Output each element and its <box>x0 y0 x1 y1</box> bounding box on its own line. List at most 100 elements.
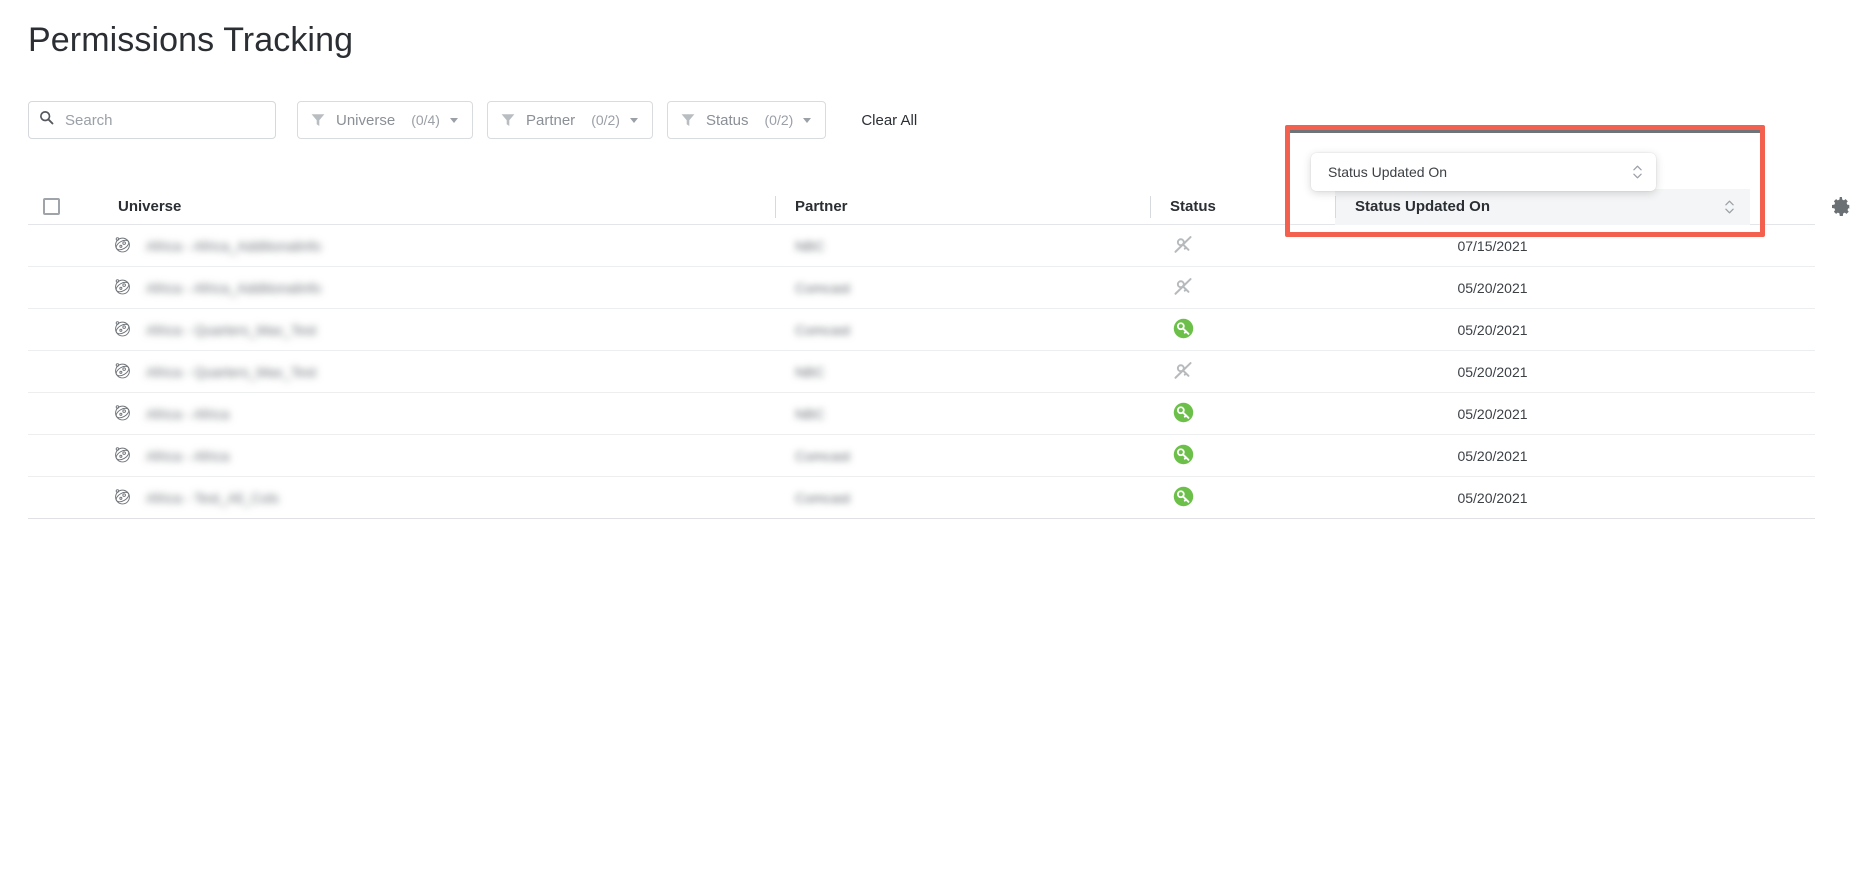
cell-universe-value: Africa - Test_All_Cols <box>146 489 279 506</box>
key-disabled-icon <box>1173 234 1194 258</box>
cell-status <box>1150 435 1335 476</box>
chevron-down-icon <box>803 117 812 123</box>
settings-gear-button[interactable] <box>1832 197 1851 216</box>
select-all-checkbox[interactable] <box>43 198 60 215</box>
table-row[interactable]: Africa - Africa NBC 05/20/2021 <box>28 393 1815 435</box>
select-all-cell <box>28 189 80 225</box>
key-disabled-icon <box>1173 276 1194 300</box>
cell-universe: Africa - Africa <box>80 393 775 434</box>
gear-icon <box>1832 197 1851 219</box>
cell-status-updated-on-value: 05/20/2021 <box>1457 279 1528 296</box>
cell-universe: Africa - Africa <box>80 435 775 476</box>
cell-universe-value: Africa - Africa_Additionalinfo <box>146 279 322 296</box>
cell-universe: Africa - Quarters_Max_Test <box>80 309 775 350</box>
cell-universe-value: Africa - Quarters_Max_Test <box>146 363 317 380</box>
cell-partner: Comcast <box>775 477 1150 518</box>
cell-universe-value: Africa - Africa_Additionalinfo <box>146 237 322 254</box>
sort-column-dropdown-value: Status Updated On <box>1328 164 1448 180</box>
sort-chevrons-icon[interactable] <box>1633 165 1642 179</box>
filter-chip-universe[interactable]: Universe (0/4) <box>297 101 473 139</box>
funnel-icon <box>501 113 515 127</box>
universe-orbit-icon <box>113 319 132 341</box>
cell-partner: Comcast <box>775 435 1150 476</box>
filter-chip-partner[interactable]: Partner (0/2) <box>486 101 653 139</box>
search-icon <box>39 110 63 130</box>
cell-universe: Africa - Africa_Additionalinfo <box>80 267 775 308</box>
cell-status-updated-on-value: 05/20/2021 <box>1457 321 1528 338</box>
cell-partner: Comcast <box>775 309 1150 350</box>
chevron-down-icon <box>629 117 638 123</box>
key-active-icon <box>1173 318 1194 342</box>
cell-partner: Comcast <box>775 267 1150 308</box>
cell-universe: Africa - Africa_Additionalinfo <box>80 225 775 266</box>
cell-partner-value: NBC <box>795 405 825 422</box>
universe-orbit-icon <box>113 277 132 299</box>
table-row[interactable]: Africa - Quarters_Max_Test NBC 05/20/202… <box>28 351 1815 393</box>
universe-orbit-icon <box>113 445 132 467</box>
cell-status-updated-on-value: 05/20/2021 <box>1457 405 1528 422</box>
filter-chip-partner-label: Partner <box>525 111 576 129</box>
cell-partner-value: Comcast <box>795 321 851 338</box>
cell-partner-value: Comcast <box>795 447 851 464</box>
cell-status <box>1150 309 1335 350</box>
universe-orbit-icon <box>113 235 132 257</box>
key-disabled-icon <box>1173 360 1194 384</box>
header-top-divider <box>1290 130 1760 133</box>
table-header-row: Universe Partner Status Status Updated O… <box>28 188 1815 225</box>
filter-chip-status-label: Status <box>705 111 749 129</box>
table-row[interactable]: Africa - Africa_Additionalinfo NBC 07/15… <box>28 225 1815 267</box>
cell-status-updated-on-value: 05/20/2021 <box>1457 447 1528 464</box>
cell-status-updated-on-value: 07/15/2021 <box>1457 237 1528 254</box>
row-select-cell <box>28 477 80 518</box>
cell-status <box>1150 267 1335 308</box>
sort-column-dropdown[interactable]: Status Updated On <box>1311 153 1656 191</box>
column-header-universe[interactable]: Universe <box>80 189 775 225</box>
row-select-cell <box>28 393 80 434</box>
table-row[interactable]: Africa - Quarters_Max_Test Comcast 05/20… <box>28 309 1815 351</box>
universe-orbit-icon <box>113 361 132 383</box>
cell-universe-value: Africa - Africa <box>146 405 230 422</box>
cell-universe: Africa - Test_All_Cols <box>80 477 775 518</box>
search-input[interactable] <box>63 110 265 130</box>
cell-status-updated-on: 05/20/2021 <box>1335 393 1750 434</box>
cell-status-updated-on: 05/20/2021 <box>1335 351 1750 392</box>
cell-status-updated-on-value: 05/20/2021 <box>1457 363 1528 380</box>
cell-status <box>1150 351 1335 392</box>
column-header-status[interactable]: Status <box>1150 189 1335 225</box>
cell-partner: NBC <box>775 225 1150 266</box>
cell-partner: NBC <box>775 351 1150 392</box>
universe-orbit-icon <box>113 403 132 425</box>
filter-bar: Universe (0/4) Partner (0/2) Status (0/2… <box>28 101 932 139</box>
row-select-cell <box>28 309 80 350</box>
cell-partner-value: NBC <box>795 363 825 380</box>
search-box[interactable] <box>28 101 276 139</box>
funnel-icon <box>311 113 325 127</box>
column-header-status-updated-on[interactable]: Status Updated On <box>1335 188 1750 225</box>
cell-status-updated-on-value: 05/20/2021 <box>1457 489 1528 506</box>
cell-universe-value: Africa - Africa <box>146 447 230 464</box>
filter-chip-status[interactable]: Status (0/2) <box>666 101 827 139</box>
table-row[interactable]: Africa - Africa_Additionalinfo Comcast 0… <box>28 267 1815 309</box>
column-header-partner[interactable]: Partner <box>775 189 1150 225</box>
cell-status <box>1150 393 1335 434</box>
table-row[interactable]: Africa - Africa Comcast 05/20/2021 <box>28 435 1815 477</box>
key-active-icon <box>1173 402 1194 426</box>
filter-chip-partner-count: (0/2) <box>591 112 620 128</box>
permissions-table: Universe Partner Status Status Updated O… <box>28 188 1815 519</box>
funnel-icon <box>681 113 695 127</box>
key-active-icon <box>1173 486 1194 510</box>
table-row[interactable]: Africa - Test_All_Cols Comcast 05/20/202… <box>28 477 1815 519</box>
cell-universe-value: Africa - Quarters_Max_Test <box>146 321 317 338</box>
page-title: Permissions Tracking <box>28 21 354 59</box>
column-header-status-updated-on-label: Status Updated On <box>1355 198 1491 215</box>
cell-partner-value: NBC <box>795 237 825 254</box>
cell-status-updated-on: 05/20/2021 <box>1335 477 1750 518</box>
cell-status-updated-on: 07/15/2021 <box>1335 225 1750 266</box>
chevron-down-icon <box>449 117 458 123</box>
sort-chevrons-icon[interactable] <box>1725 200 1734 214</box>
cell-partner-value: Comcast <box>795 489 851 506</box>
universe-orbit-icon <box>113 487 132 509</box>
cell-status-updated-on: 05/20/2021 <box>1335 267 1750 308</box>
cell-partner-value: Comcast <box>795 279 851 296</box>
clear-all-button[interactable]: Clear All <box>847 102 932 138</box>
